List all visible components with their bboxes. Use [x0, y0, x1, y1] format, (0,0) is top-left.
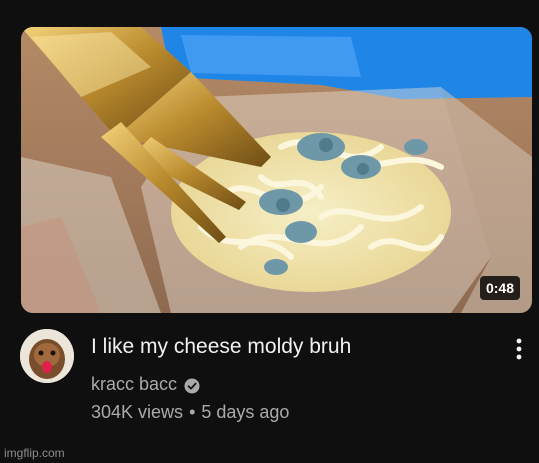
meta-separator: • — [189, 402, 196, 422]
imgflip-watermark: imgflip.com — [4, 446, 65, 460]
channel-name[interactable]: kracc bacc — [91, 372, 177, 396]
avatar-image — [20, 329, 74, 383]
video-duration-badge: 0:48 — [479, 276, 520, 300]
thumbnail-image — [21, 27, 532, 313]
verified-check-icon — [184, 376, 200, 394]
channel-avatar[interactable] — [20, 329, 74, 383]
video-thumbnail[interactable]: 0:48 — [21, 27, 532, 313]
upload-age: 5 days ago — [201, 402, 290, 422]
video-title[interactable]: I like my cheese moldy bruh — [91, 333, 491, 361]
view-count: 304K views — [91, 402, 184, 422]
video-metadata: 304K views • 5 days ago — [91, 400, 289, 424]
channel-row: kracc bacc — [91, 372, 200, 396]
more-vertical-icon[interactable] — [506, 336, 532, 362]
